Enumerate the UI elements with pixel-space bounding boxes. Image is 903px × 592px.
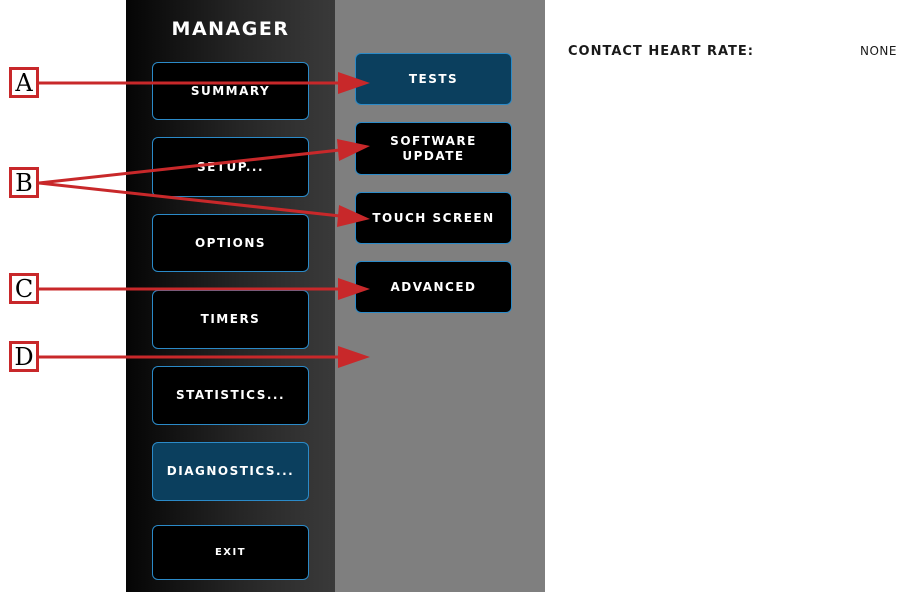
arrow-b2-head — [337, 205, 370, 227]
callout-d: D — [9, 341, 39, 372]
callout-arrows — [38, 72, 370, 368]
arrow-d-head — [338, 346, 370, 368]
callout-b: B — [9, 167, 39, 198]
callout-a: A — [9, 67, 39, 98]
arrow-b2-line — [38, 181, 341, 218]
arrow-b1-line — [38, 148, 341, 185]
callout-c: C — [9, 273, 39, 304]
arrow-b1-head — [337, 139, 370, 161]
arrow-c-head — [338, 278, 370, 300]
arrow-a-head — [338, 72, 370, 94]
